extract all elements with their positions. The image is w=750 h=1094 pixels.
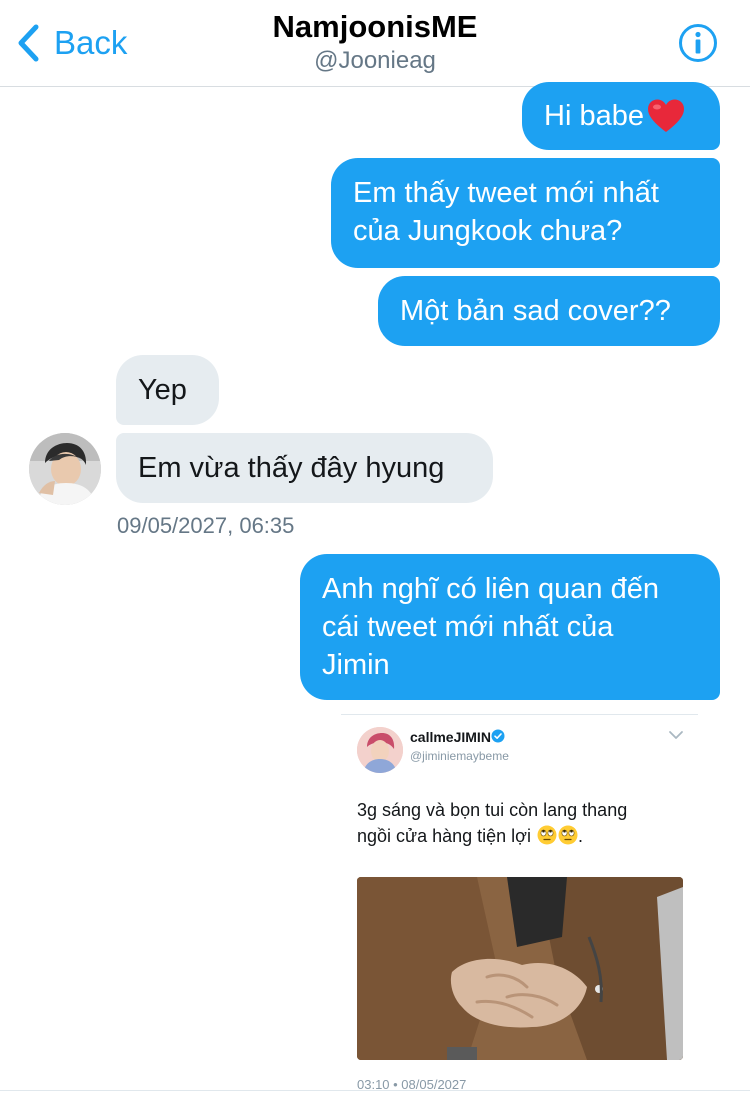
message-text: Yep	[138, 374, 187, 406]
tweet-photo	[357, 877, 683, 1060]
message-bubble-incoming[interactable]: Em vừa thấy đây hyung	[116, 433, 493, 503]
message-bubble-outgoing[interactable]: Anh nghĩ có liên quan đến cái tweet mới …	[300, 554, 720, 700]
rolling-eyes-emoji-icon	[537, 825, 557, 845]
message-text-line: Em thấy tweet mới nhất	[353, 177, 659, 209]
info-icon[interactable]	[678, 23, 718, 63]
conversation-header: Back NamjoonisME @Joonieag	[0, 0, 750, 87]
message-text-line: Anh nghĩ có liên quan đến	[322, 573, 659, 605]
avatar-image	[29, 433, 101, 505]
message-text-line: cái tweet mới nhất của	[322, 611, 614, 643]
tweet-text-line: ngồi cửa hàng tiện lợi	[357, 826, 531, 846]
message-text: Hi babe	[544, 100, 644, 132]
tweet-text-line: 3g sáng và bọn tui còn lang thang	[357, 800, 628, 820]
sender-avatar[interactable]	[29, 433, 101, 505]
message-text-line: của Jungkook chưa?	[353, 215, 623, 247]
message-timestamp: 09/05/2027, 06:35	[117, 513, 295, 538]
message-text-line: Jimin	[322, 649, 390, 681]
tweet-author-handle: @jiminiemaybeme	[410, 749, 509, 763]
message-bubble-outgoing[interactable]: Một bản sad cover??	[378, 276, 720, 346]
message-text: Một bản sad cover??	[400, 295, 671, 327]
bottom-divider	[0, 1090, 750, 1091]
conversation-handle: @Joonieag	[314, 47, 436, 74]
message-text: Em vừa thấy đây hyung	[138, 452, 445, 484]
tweet-text: 3g sáng và bọn tui còn lang thang ngồi c…	[357, 797, 677, 849]
verified-badge-icon	[491, 729, 505, 743]
message-bubble-outgoing[interactable]: Hi babe	[522, 82, 720, 150]
tweet-author-name: callmeJIMIN	[410, 729, 491, 745]
message-bubble-incoming[interactable]: Yep	[116, 355, 219, 425]
tweet-text-suffix: .	[577, 826, 583, 846]
chevron-down-icon	[669, 731, 683, 739]
message-bubble-outgoing[interactable]: Em thấy tweet mới nhất của Jungkook chưa…	[331, 158, 720, 268]
conversation-title: NamjoonisME	[272, 9, 478, 44]
header-title-group: NamjoonisME @Joonieag	[0, 8, 750, 76]
tweet-author-avatar	[357, 727, 403, 773]
rolling-eyes-emoji-icon	[558, 825, 578, 845]
heart-emoji-icon	[647, 99, 684, 132]
tweet-text-line-2: ngồi cửa hàng tiện lợi .	[357, 823, 677, 849]
shared-tweet-image[interactable]: callmeJIMIN @jiminiemaybeme 3g sáng và b…	[341, 714, 698, 1094]
